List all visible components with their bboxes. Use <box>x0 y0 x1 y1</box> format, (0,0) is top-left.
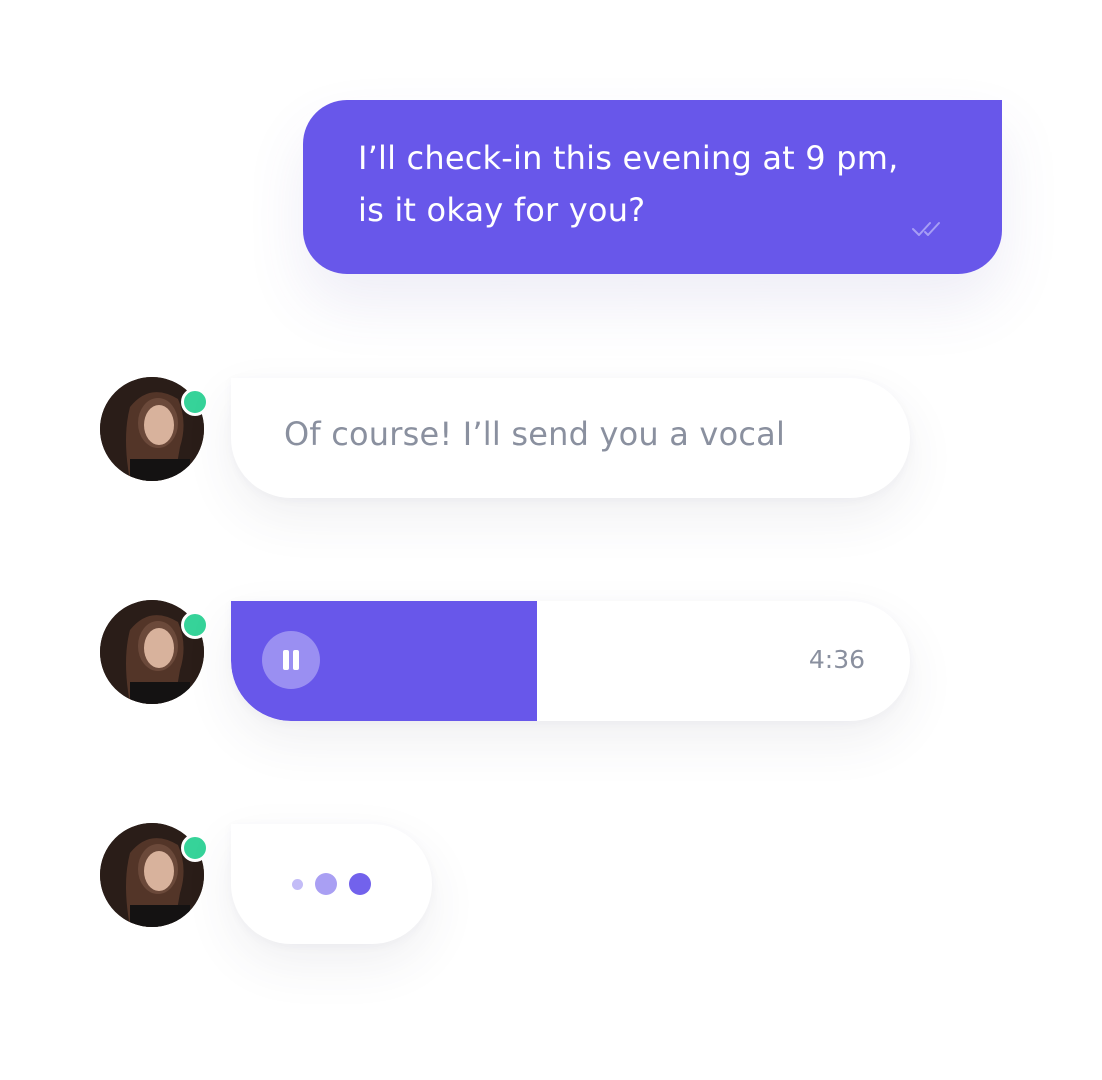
typing-dot <box>349 873 371 895</box>
pause-icon <box>283 650 289 670</box>
double-check-icon <box>912 222 940 236</box>
chat-conversation: I’ll check-in this evening at 9 pm, is i… <box>0 0 1102 1080</box>
pause-button[interactable] <box>262 631 320 689</box>
typing-indicator-bubble <box>231 824 432 944</box>
pause-icon <box>293 650 299 670</box>
typing-dot <box>315 873 337 895</box>
avatar[interactable] <box>100 377 209 481</box>
incoming-message-bubble[interactable]: Of course! I’ll send you a vocal <box>231 378 910 498</box>
avatar[interactable] <box>100 600 209 704</box>
online-status-dot <box>181 611 209 639</box>
outgoing-message-text: I’ll check-in this evening at 9 pm, is i… <box>358 139 899 229</box>
voice-message-bubble[interactable]: 4:36 <box>231 601 910 721</box>
avatar[interactable] <box>100 823 209 927</box>
online-status-dot <box>181 834 209 862</box>
outgoing-message-bubble[interactable]: I’ll check-in this evening at 9 pm, is i… <box>303 100 1002 274</box>
online-status-dot <box>181 388 209 416</box>
voice-duration: 4:36 <box>808 645 865 674</box>
typing-dot <box>292 879 303 890</box>
incoming-message-text: Of course! I’ll send you a vocal <box>284 415 786 453</box>
